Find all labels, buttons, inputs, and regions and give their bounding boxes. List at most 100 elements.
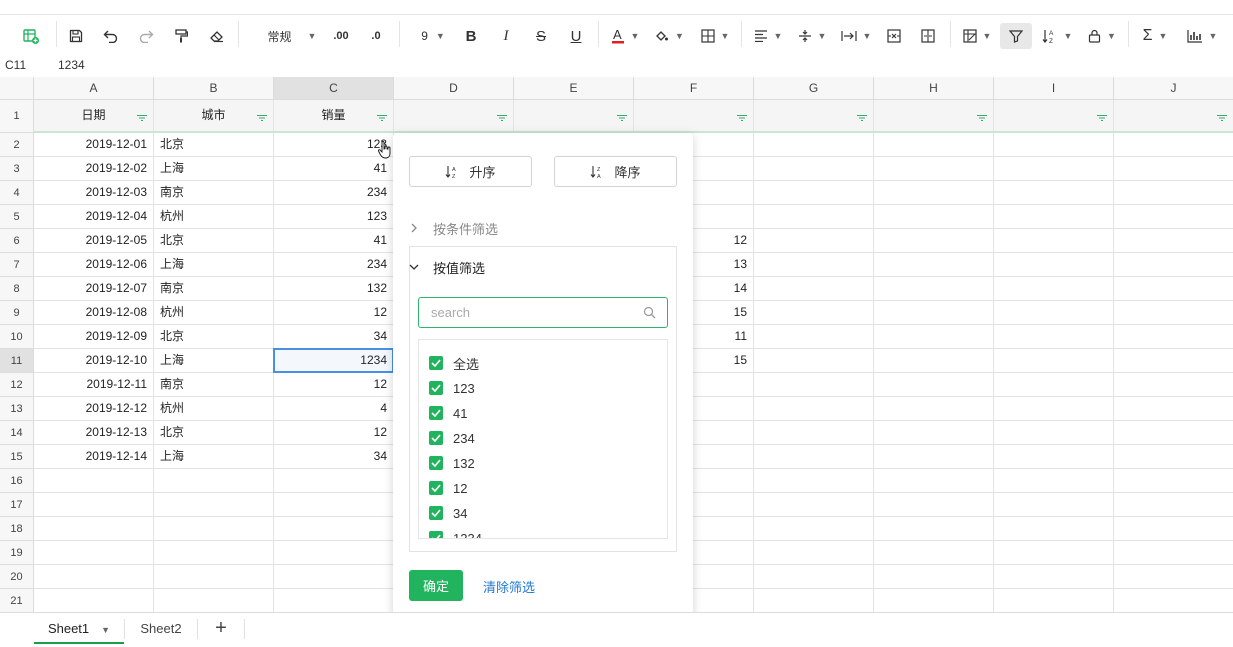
grid-cell[interactable]: 杭州 <box>154 301 274 325</box>
grid-cell[interactable] <box>1114 349 1233 373</box>
align-left-icon[interactable]: ▼ <box>751 23 785 49</box>
grid-cell[interactable]: 2019-12-04 <box>34 205 154 229</box>
conditional-format-icon[interactable]: ▼ <box>960 23 994 49</box>
grid-cell[interactable]: 234 <box>274 181 394 205</box>
grid-cell[interactable] <box>994 157 1114 181</box>
grid-cell[interactable]: 上海 <box>154 349 274 373</box>
grid-cell[interactable]: 2019-12-02 <box>34 157 154 181</box>
vertical-align-icon[interactable]: ▼ <box>795 23 829 49</box>
grid-cell[interactable] <box>754 157 874 181</box>
grid-cell[interactable]: 2019-12-10 <box>34 349 154 373</box>
checkbox-checked-icon[interactable] <box>429 531 443 538</box>
increase-decimal-button[interactable]: .00 <box>330 23 352 49</box>
grid-cell[interactable] <box>1114 469 1233 493</box>
sheet-tab-sheet1[interactable]: Sheet1 ▼ <box>34 613 124 644</box>
grid-cell[interactable] <box>754 181 874 205</box>
row-header[interactable]: 17 <box>0 493 34 517</box>
column-header-a[interactable]: A <box>34 77 154 100</box>
row-header[interactable]: 5 <box>0 205 34 229</box>
cell-reference[interactable]: C11 <box>5 58 26 72</box>
row-header[interactable]: 12 <box>0 373 34 397</box>
grid-cell[interactable] <box>34 589 154 612</box>
confirm-button[interactable]: 确定 <box>409 570 463 601</box>
grid-cell[interactable]: 2019-12-01 <box>34 133 154 157</box>
grid-cell[interactable] <box>1114 181 1233 205</box>
grid-cell[interactable] <box>34 517 154 541</box>
grid-cell[interactable]: 2019-12-11 <box>34 373 154 397</box>
row-header[interactable]: 1 <box>0 100 34 133</box>
add-sheet-button[interactable]: + <box>198 613 244 644</box>
column-filter-icon[interactable] <box>137 115 147 121</box>
grid-cell[interactable] <box>274 517 394 541</box>
filter-search-input[interactable] <box>429 298 633 327</box>
grid-cell[interactable] <box>994 349 1114 373</box>
grid-cell[interactable] <box>874 565 994 589</box>
select-all-corner[interactable] <box>0 77 34 100</box>
grid-cell[interactable] <box>754 253 874 277</box>
grid-cell[interactable] <box>994 493 1114 517</box>
grid-cell[interactable] <box>874 541 994 565</box>
row-header[interactable]: 16 <box>0 469 34 493</box>
grid-cell[interactable]: 2019-12-14 <box>34 445 154 469</box>
row-header[interactable]: 9 <box>0 301 34 325</box>
grid-cell[interactable]: 12 <box>274 301 394 325</box>
filter-value-item[interactable]: 132 <box>429 453 475 473</box>
row-header[interactable]: 3 <box>0 157 34 181</box>
grid-cell[interactable] <box>1114 421 1233 445</box>
grid-cell[interactable]: 北京 <box>154 229 274 253</box>
filter-by-condition-toggle[interactable]: 按条件筛选 <box>409 219 498 238</box>
checkbox-checked-icon[interactable] <box>429 381 443 395</box>
grid-cell[interactable] <box>994 205 1114 229</box>
grid-cell[interactable] <box>994 373 1114 397</box>
grid-cell[interactable] <box>1114 253 1233 277</box>
sort-descending-button[interactable]: ZA 降序 <box>554 156 677 187</box>
grid-cell[interactable] <box>874 325 994 349</box>
grid-cell[interactable] <box>994 397 1114 421</box>
fill-color-button[interactable]: ▼ <box>652 23 686 49</box>
formula-value[interactable]: 1234 <box>58 58 85 72</box>
grid-cell[interactable] <box>1114 133 1233 157</box>
grid-cell[interactable] <box>994 229 1114 253</box>
grid-cell[interactable]: 南京 <box>154 181 274 205</box>
filter-value-item[interactable]: 1234 <box>429 528 482 538</box>
grid-cell[interactable]: 123 <box>274 133 394 157</box>
grid-cell[interactable]: 4 <box>274 397 394 421</box>
bold-icon[interactable]: B <box>461 23 481 49</box>
grid-cell[interactable] <box>874 301 994 325</box>
filter-by-value-toggle[interactable]: 按值筛选 <box>409 258 485 277</box>
grid-cell[interactable] <box>154 469 274 493</box>
row-header[interactable]: 14 <box>0 421 34 445</box>
grid-cell[interactable]: 2019-12-05 <box>34 229 154 253</box>
header-cell[interactable] <box>514 100 634 133</box>
grid-cell[interactable] <box>874 253 994 277</box>
lock-icon[interactable]: ▼ <box>1085 23 1119 49</box>
column-filter-icon[interactable] <box>257 115 267 121</box>
chart-icon[interactable]: ▼ <box>1183 23 1221 49</box>
filter-value-list[interactable]: 全选 123 41 234 132 12 34 1234 <box>418 339 668 539</box>
header-cell[interactable] <box>754 100 874 133</box>
sort-icon[interactable]: A Z ▼ <box>1040 23 1074 49</box>
header-cell[interactable]: 销量 <box>274 100 394 133</box>
grid-cell[interactable] <box>1114 373 1233 397</box>
grid-cell[interactable] <box>1114 517 1233 541</box>
grid-cell[interactable] <box>34 493 154 517</box>
column-header-d[interactable]: D <box>394 77 514 100</box>
column-filter-icon[interactable] <box>377 115 387 121</box>
header-cell[interactable] <box>994 100 1114 133</box>
italic-icon[interactable]: I <box>496 23 516 49</box>
checkbox-checked-icon[interactable] <box>429 456 443 470</box>
column-header-j[interactable]: J <box>1114 77 1233 100</box>
grid-cell[interactable] <box>994 301 1114 325</box>
column-header-c[interactable]: C <box>274 77 394 100</box>
grid-cell[interactable] <box>754 541 874 565</box>
grid-cell[interactable] <box>754 397 874 421</box>
column-filter-icon[interactable] <box>497 115 507 121</box>
chevron-down-icon[interactable]: ▼ <box>101 625 110 635</box>
grid-cell[interactable] <box>874 445 994 469</box>
grid-cell[interactable] <box>1114 325 1233 349</box>
row-header[interactable]: 8 <box>0 277 34 301</box>
grid-cell[interactable]: 2019-12-13 <box>34 421 154 445</box>
grid-cell[interactable] <box>1114 229 1233 253</box>
grid-cell[interactable] <box>754 349 874 373</box>
grid-cell[interactable]: 234 <box>274 253 394 277</box>
